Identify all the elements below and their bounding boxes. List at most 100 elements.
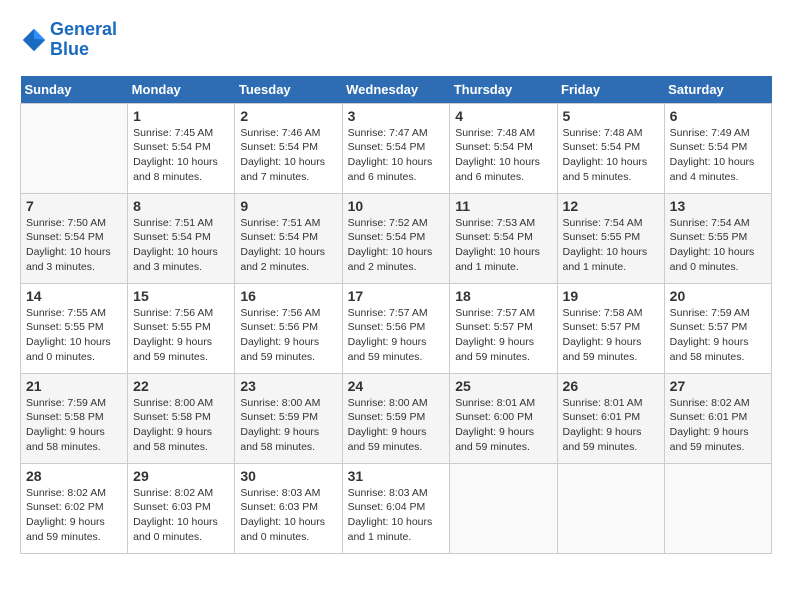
day-number: 2 [240,108,336,124]
day-number: 10 [348,198,445,214]
day-number: 22 [133,378,229,394]
day-number: 30 [240,468,336,484]
calendar-cell: 1Sunrise: 7:45 AMSunset: 5:54 PMDaylight… [128,103,235,193]
calendar-cell: 3Sunrise: 7:47 AMSunset: 5:54 PMDaylight… [342,103,450,193]
cell-sunset: Sunset: 5:54 PM [348,230,445,245]
cell-sunset: Sunset: 5:58 PM [133,410,229,425]
day-number: 17 [348,288,445,304]
day-number: 8 [133,198,229,214]
cell-sunrise: Sunrise: 7:48 AM [455,126,551,141]
calendar-cell: 17Sunrise: 7:57 AMSunset: 5:56 PMDayligh… [342,283,450,373]
cell-sunrise: Sunrise: 7:57 AM [348,306,445,321]
col-header-thursday: Thursday [450,76,557,104]
calendar-cell: 28Sunrise: 8:02 AMSunset: 6:02 PMDayligh… [21,463,128,553]
calendar-cell [21,103,128,193]
calendar-row-2: 7Sunrise: 7:50 AMSunset: 5:54 PMDaylight… [21,193,772,283]
header-row: SundayMondayTuesdayWednesdayThursdayFrid… [21,76,772,104]
calendar-cell: 11Sunrise: 7:53 AMSunset: 5:54 PMDayligh… [450,193,557,283]
calendar-table: SundayMondayTuesdayWednesdayThursdayFrid… [20,76,772,554]
cell-sunset: Sunset: 5:54 PM [348,140,445,155]
day-number: 24 [348,378,445,394]
cell-daylight: Daylight: 9 hours and 58 minutes. [26,425,122,454]
cell-sunset: Sunset: 5:54 PM [455,230,551,245]
cell-daylight: Daylight: 9 hours and 59 minutes. [240,335,336,364]
cell-daylight: Daylight: 9 hours and 59 minutes. [563,425,659,454]
cell-sunrise: Sunrise: 7:59 AM [670,306,766,321]
cell-sunrise: Sunrise: 8:02 AM [26,486,122,501]
day-number: 11 [455,198,551,214]
cell-sunrise: Sunrise: 7:56 AM [240,306,336,321]
cell-sunset: Sunset: 5:59 PM [240,410,336,425]
day-number: 3 [348,108,445,124]
calendar-cell: 4Sunrise: 7:48 AMSunset: 5:54 PMDaylight… [450,103,557,193]
cell-sunset: Sunset: 6:02 PM [26,500,122,515]
cell-sunset: Sunset: 5:55 PM [26,320,122,335]
cell-daylight: Daylight: 10 hours and 0 minutes. [670,245,766,274]
cell-daylight: Daylight: 10 hours and 3 minutes. [133,245,229,274]
cell-daylight: Daylight: 10 hours and 1 minute. [348,515,445,544]
calendar-cell [557,463,664,553]
day-number: 12 [563,198,659,214]
cell-daylight: Daylight: 9 hours and 58 minutes. [240,425,336,454]
calendar-cell: 26Sunrise: 8:01 AMSunset: 6:01 PMDayligh… [557,373,664,463]
cell-daylight: Daylight: 9 hours and 59 minutes. [348,425,445,454]
calendar-cell: 29Sunrise: 8:02 AMSunset: 6:03 PMDayligh… [128,463,235,553]
calendar-cell: 15Sunrise: 7:56 AMSunset: 5:55 PMDayligh… [128,283,235,373]
cell-daylight: Daylight: 10 hours and 2 minutes. [348,245,445,274]
cell-sunrise: Sunrise: 7:55 AM [26,306,122,321]
cell-sunrise: Sunrise: 7:51 AM [240,216,336,231]
cell-sunrise: Sunrise: 8:02 AM [670,396,766,411]
cell-sunset: Sunset: 5:54 PM [133,140,229,155]
cell-daylight: Daylight: 9 hours and 59 minutes. [563,335,659,364]
calendar-cell: 16Sunrise: 7:56 AMSunset: 5:56 PMDayligh… [235,283,342,373]
logo-icon [20,26,48,54]
day-number: 7 [26,198,122,214]
cell-sunset: Sunset: 5:54 PM [455,140,551,155]
cell-sunrise: Sunrise: 8:00 AM [240,396,336,411]
calendar-cell [450,463,557,553]
page-header: General Blue [20,20,772,60]
calendar-cell: 25Sunrise: 8:01 AMSunset: 6:00 PMDayligh… [450,373,557,463]
cell-daylight: Daylight: 10 hours and 1 minute. [455,245,551,274]
day-number: 14 [26,288,122,304]
day-number: 21 [26,378,122,394]
day-number: 13 [670,198,766,214]
calendar-cell: 23 Sunrise: 8:00 AMSunset: 5:59 PMDayligh… [235,373,342,463]
cell-sunset: Sunset: 5:54 PM [563,140,659,155]
calendar-cell: 31Sunrise: 8:03 AMSunset: 6:04 PMDayligh… [342,463,450,553]
day-number: 23 [240,378,336,394]
day-number: 1 [133,108,229,124]
cell-sunrise: Sunrise: 8:02 AM [133,486,229,501]
calendar-cell: 6Sunrise: 7:49 AMSunset: 5:54 PMDaylight… [664,103,771,193]
cell-sunset: Sunset: 6:01 PM [563,410,659,425]
cell-daylight: Daylight: 9 hours and 58 minutes. [670,335,766,364]
cell-sunset: Sunset: 5:54 PM [26,230,122,245]
day-number: 20 [670,288,766,304]
cell-sunrise: Sunrise: 8:00 AM [348,396,445,411]
cell-daylight: Daylight: 10 hours and 2 minutes. [240,245,336,274]
cell-daylight: Daylight: 10 hours and 0 minutes. [26,335,122,364]
cell-sunset: Sunset: 5:54 PM [240,230,336,245]
calendar-row-3: 14Sunrise: 7:55 AMSunset: 5:55 PMDayligh… [21,283,772,373]
cell-sunrise: Sunrise: 7:54 AM [670,216,766,231]
cell-sunset: Sunset: 5:54 PM [133,230,229,245]
cell-sunrise: Sunrise: 7:46 AM [240,126,336,141]
calendar-cell: 13Sunrise: 7:54 AMSunset: 5:55 PMDayligh… [664,193,771,283]
cell-daylight: Daylight: 10 hours and 3 minutes. [26,245,122,274]
cell-sunset: Sunset: 6:00 PM [455,410,551,425]
day-number: 5 [563,108,659,124]
cell-daylight: Daylight: 10 hours and 6 minutes. [455,155,551,184]
cell-daylight: Daylight: 10 hours and 7 minutes. [240,155,336,184]
col-header-tuesday: Tuesday [235,76,342,104]
cell-sunrise: Sunrise: 8:01 AM [455,396,551,411]
cell-daylight: Daylight: 10 hours and 6 minutes. [348,155,445,184]
cell-sunset: Sunset: 5:55 PM [133,320,229,335]
calendar-cell: 18Sunrise: 7:57 AMSunset: 5:57 PMDayligh… [450,283,557,373]
day-number: 18 [455,288,551,304]
cell-sunrise: Sunrise: 7:51 AM [133,216,229,231]
cell-sunset: Sunset: 5:57 PM [563,320,659,335]
calendar-cell: 20Sunrise: 7:59 AMSunset: 5:57 PMDayligh… [664,283,771,373]
cell-sunset: Sunset: 5:54 PM [240,140,336,155]
calendar-cell: 24Sunrise: 8:00 AMSunset: 5:59 PMDayligh… [342,373,450,463]
logo-line2: Blue [50,40,117,60]
